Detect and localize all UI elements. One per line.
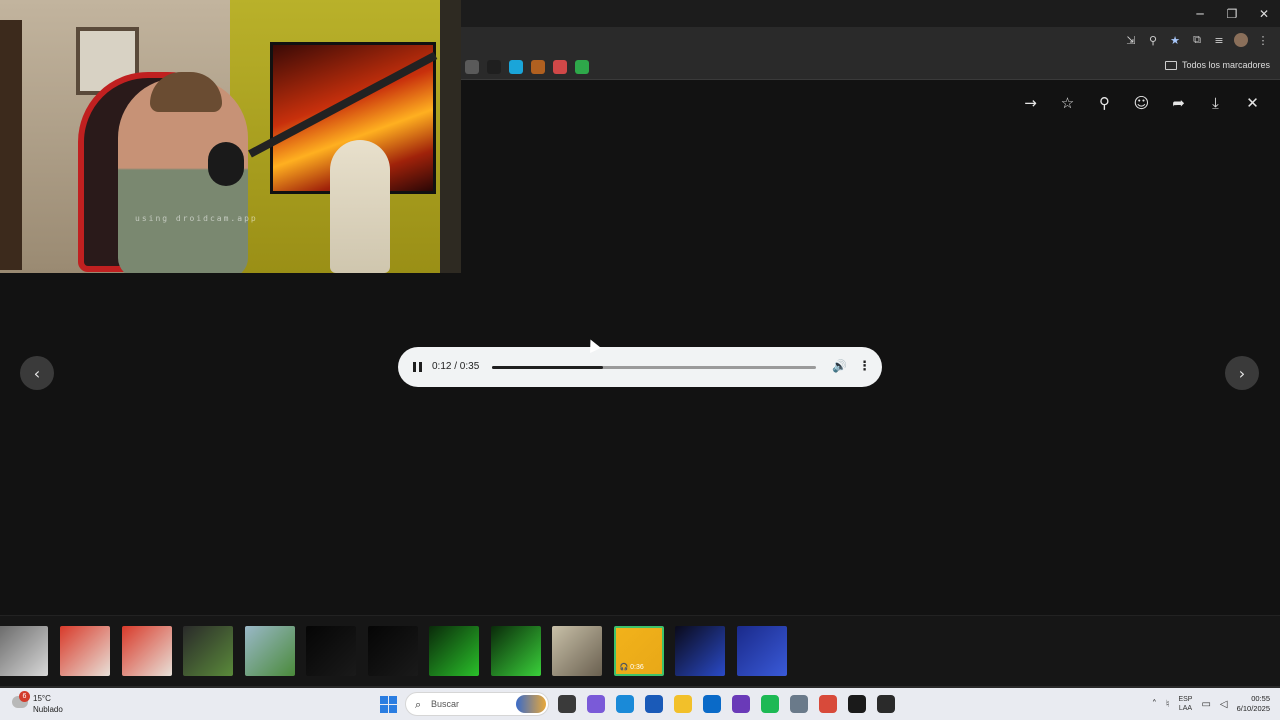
thumb-3[interactable] — [121, 626, 172, 676]
thumb-4[interactable] — [183, 626, 233, 676]
toolbar-icons: ⇲ ⚲ ★ ⧉ ≡ ⋮ — [1122, 31, 1272, 49]
next-button[interactable]: › — [1225, 356, 1259, 390]
chevron-right-icon: › — [1238, 363, 1246, 383]
bookmark-list — [465, 60, 589, 74]
bookmark-2-icon[interactable] — [487, 60, 501, 74]
bookmark-1-icon[interactable] — [465, 60, 479, 74]
extensions-icon[interactable]: ⧉ — [1188, 31, 1206, 49]
notification-badge: 6 — [19, 691, 30, 702]
thumb-11[interactable]: 🎧 0:36 — [613, 626, 664, 676]
spotify-icon[interactable] — [761, 695, 779, 713]
store-icon[interactable] — [645, 695, 663, 713]
search-placeholder: Buscar — [431, 699, 460, 709]
folder-icon[interactable] — [674, 695, 692, 713]
chevron-up-icon[interactable]: ˄ — [1152, 699, 1157, 710]
taskbar-search[interactable]: ⌕ Buscar — [405, 692, 549, 716]
pinned-apps — [558, 695, 895, 713]
language-indicator[interactable]: ESP LAA — [1178, 695, 1192, 713]
pause-button[interactable] — [410, 359, 424, 375]
forward-icon[interactable]: → — [1021, 93, 1040, 112]
outlook-icon[interactable] — [703, 695, 721, 713]
app-icon-black[interactable] — [848, 695, 866, 713]
chevron-left-icon: ‹ — [33, 363, 41, 383]
bookmark-5-icon[interactable] — [553, 60, 567, 74]
window-controls: ─ ❐ ✕ — [1184, 0, 1280, 27]
all-bookmarks[interactable]: Todos los marcadores — [1164, 60, 1270, 70]
download-icon[interactable]: ⤓ — [1206, 93, 1225, 112]
star-icon[interactable]: ★ — [1166, 31, 1184, 49]
edge-icon[interactable] — [616, 695, 634, 713]
thumb-13[interactable] — [736, 626, 787, 676]
seek-bar[interactable] — [492, 366, 816, 369]
thumbnail-strip: 🎧 0:36 — [0, 615, 1280, 688]
all-bookmarks-label: Todos los marcadores — [1181, 60, 1270, 70]
time-display: 0:12 / 0:35 — [432, 361, 480, 372]
clock-date: 6/10/2025 — [1236, 704, 1270, 713]
start-button[interactable] — [380, 696, 397, 713]
menu-icon[interactable]: ⋮ — [1254, 31, 1272, 49]
close-icon[interactable]: ✕ — [1243, 93, 1262, 112]
thumb-6[interactable] — [306, 626, 356, 676]
network-icon[interactable]: ▭ — [1201, 699, 1210, 710]
file-manager-icon[interactable] — [558, 695, 576, 713]
thumb-2[interactable] — [60, 626, 110, 676]
star-outline-icon[interactable]: ☆ — [1058, 93, 1077, 112]
minimize-button[interactable]: ─ — [1184, 0, 1216, 27]
media-icon[interactable]: ≡ — [1210, 31, 1228, 49]
thumb-5[interactable] — [244, 626, 295, 676]
clock[interactable]: 00:55 6/10/2025 — [1237, 694, 1270, 714]
search-highlight-image — [516, 695, 546, 713]
thumb-duration: 🎧 0:36 — [619, 664, 644, 671]
clock-time: 00:55 — [1251, 694, 1270, 703]
audio-player: 0:12 / 0:35 🔊 ⋮ — [398, 347, 882, 387]
copilot-icon[interactable] — [587, 695, 605, 713]
app-icon-notify[interactable] — [877, 695, 895, 713]
skeleton-figure — [330, 140, 390, 273]
zoom-icon[interactable]: ⚲ — [1144, 31, 1162, 49]
clapper-icon[interactable] — [732, 695, 750, 713]
thumb-1[interactable] — [0, 626, 48, 676]
thumb-7[interactable] — [367, 626, 418, 676]
mic-icon[interactable]: ♮ — [1166, 699, 1170, 710]
pin-icon[interactable]: ⚲ — [1095, 93, 1114, 112]
install-icon[interactable]: ⇲ — [1122, 31, 1140, 49]
bookmark-3-icon[interactable] — [509, 60, 523, 74]
chrome-icon[interactable] — [819, 695, 837, 713]
volume-icon[interactable]: 🔊 — [832, 359, 847, 375]
seek-progress — [492, 366, 603, 369]
thumb-10[interactable] — [552, 626, 602, 676]
webcam-watermark: using droidcam.app — [135, 214, 258, 223]
thumb-9[interactable] — [490, 626, 541, 676]
restore-button[interactable]: ❐ — [1216, 0, 1248, 27]
previous-button[interactable]: ‹ — [20, 356, 54, 390]
microphone — [208, 142, 244, 186]
taskbar: 6 15°C Nublado ⌕ Buscar ˄ ♮ ESP LAA ▭ ◁ … — [0, 688, 1280, 720]
system-tray: ˄ ♮ ESP LAA ▭ ◁ 00:55 6/10/2025 — [1152, 688, 1270, 720]
more-options-icon[interactable]: ⋮ — [858, 359, 871, 375]
speaker-icon[interactable]: ◁ — [1220, 699, 1228, 710]
webcam-overlay: using droidcam.app — [0, 0, 461, 273]
thumb-12[interactable] — [675, 626, 725, 676]
folder-icon — [1164, 60, 1177, 70]
viewer-actions: → ☆ ⚲ ☺ ➦ ⤓ ✕ — [1021, 93, 1262, 112]
screen: ─ ❐ ✕ ⇲ ⚲ ★ ⧉ ≡ ⋮ Todos los marcadores →… — [0, 0, 1280, 720]
search-icon: ⌕ — [415, 698, 422, 711]
profile-avatar[interactable] — [1232, 31, 1250, 49]
bookmark-6-icon[interactable] — [575, 60, 589, 74]
settings-icon[interactable] — [790, 695, 808, 713]
share-icon[interactable]: ➦ — [1169, 93, 1188, 112]
weather-temp[interactable]: 15°C — [33, 694, 51, 703]
bookmark-4-icon[interactable] — [531, 60, 545, 74]
emoji-icon[interactable]: ☺ — [1132, 93, 1151, 112]
close-window-button[interactable]: ✕ — [1248, 0, 1280, 27]
thumb-8[interactable] — [429, 626, 479, 676]
weather-desc[interactable]: Nublado — [33, 705, 63, 714]
